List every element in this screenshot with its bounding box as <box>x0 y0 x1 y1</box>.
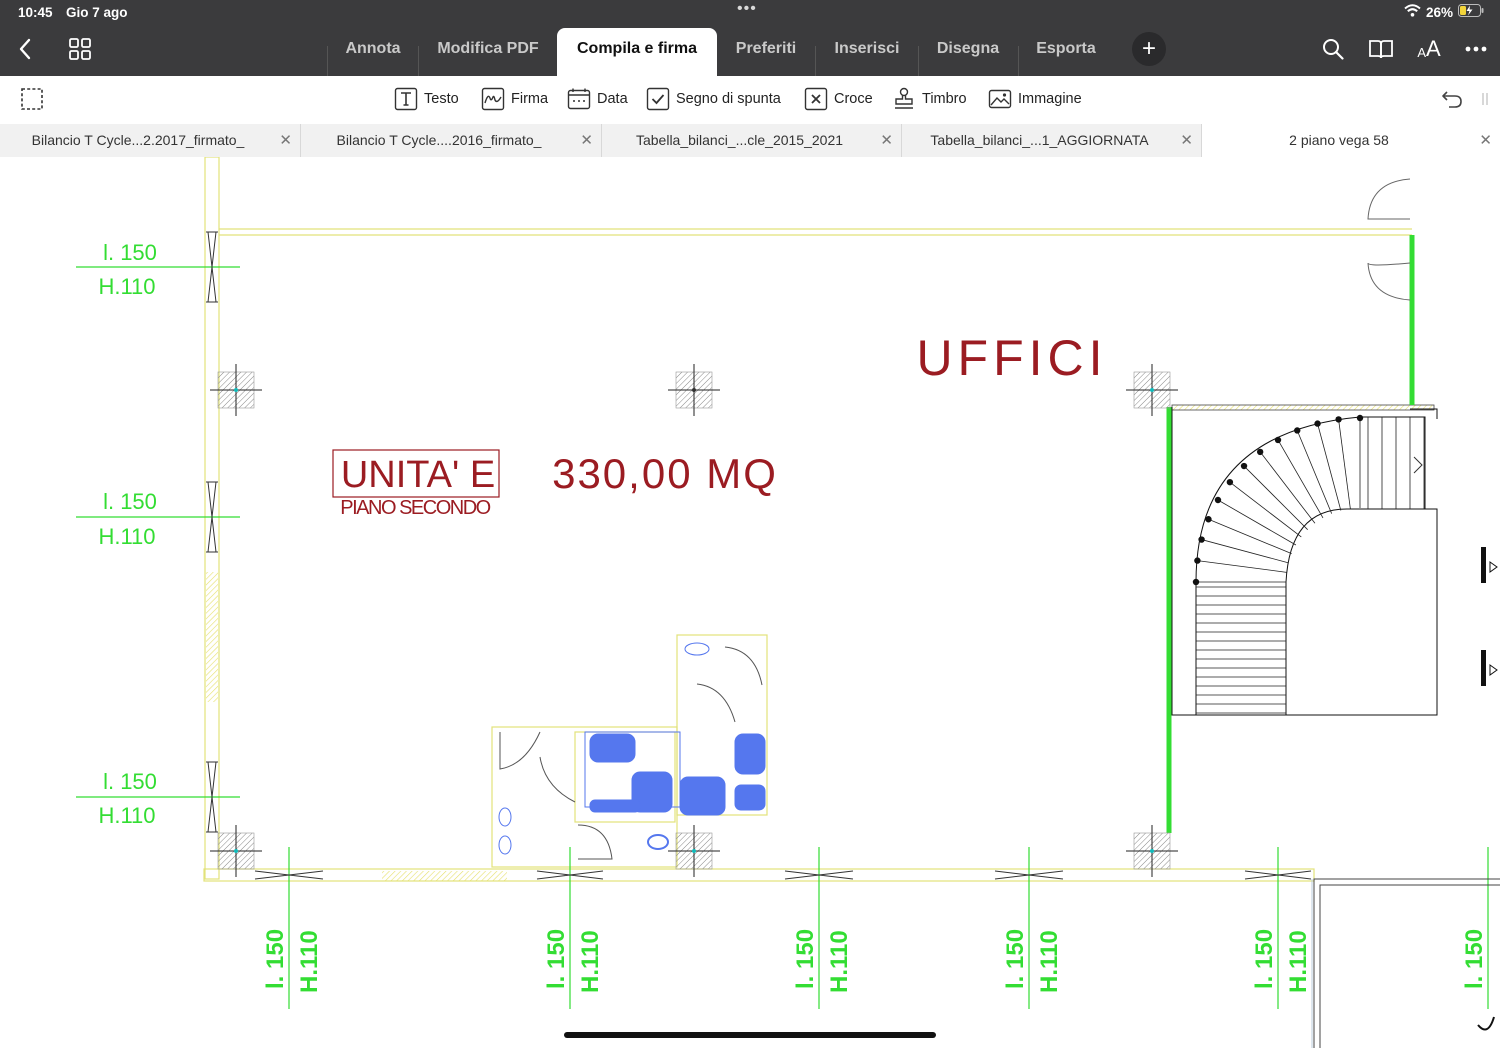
document-tab-active[interactable]: 2 piano vega 58 ✕ <box>1202 124 1500 157</box>
stair-treads <box>1196 417 1425 714</box>
window-width-label: l. 150 <box>262 929 289 989</box>
document-tab[interactable]: Bilancio T Cycle....2016_firmato_ ✕ <box>301 124 602 157</box>
image-icon <box>988 87 1012 111</box>
doors-top-right <box>1367 178 1411 301</box>
window-width-label: l. 150 <box>543 929 570 989</box>
document-tab[interactable]: Tabella_bilanci_...cle_2015_2021 ✕ <box>602 124 902 157</box>
pdf-floor-plan[interactable]: l. 150 H.110 l. 150 H.110 l. 150 H.110 l… <box>0 157 1500 1048</box>
tool-segno-di-spunta[interactable]: Segno di spunta <box>646 87 781 111</box>
tool-firma-label: Firma <box>511 91 549 107</box>
close-icon[interactable]: ✕ <box>1479 124 1492 157</box>
window-width-label: l. 150 <box>103 769 157 794</box>
tool-firma[interactable]: Firma <box>481 87 548 111</box>
window-height-label: H.110 <box>98 803 155 828</box>
staircase <box>1171 407 1438 716</box>
fill-and-sign-toolbar: Testo Firma Data Segno di spunta Croce T… <box>0 76 1500 125</box>
battery-charging-icon <box>1458 4 1484 20</box>
back-chevron-icon[interactable] <box>10 34 40 64</box>
document-tab-label: 2 piano vega 58 <box>1289 132 1389 148</box>
window-height-label: H.110 <box>1285 930 1312 993</box>
tool-immagine-label: Immagine <box>1018 91 1082 107</box>
tool-timbro[interactable]: Timbro <box>892 87 967 111</box>
tool-testo-label: Testo <box>424 91 459 107</box>
tab-esporta[interactable]: Esporta <box>1019 28 1113 76</box>
window-markers-left <box>206 231 218 833</box>
close-icon[interactable]: ✕ <box>279 124 292 157</box>
tool-data-label: Data <box>597 91 628 107</box>
tool-immagine[interactable]: Immagine <box>988 87 1082 111</box>
stair-arrow-icon <box>1413 456 1423 474</box>
tool-croce[interactable]: Croce <box>804 87 873 111</box>
close-icon[interactable]: ✕ <box>1180 124 1193 157</box>
wall-hatch <box>382 871 507 881</box>
undo-icon[interactable] <box>1440 87 1464 111</box>
document-tab-label: Bilancio T Cycle...2.2017_firmato_ <box>31 132 245 148</box>
wifi-icon <box>1404 4 1421 20</box>
checkmark-box-icon <box>646 87 670 111</box>
search-icon[interactable] <box>1318 34 1348 64</box>
home-indicator[interactable] <box>564 1032 936 1038</box>
add-tab-plus-icon[interactable]: + <box>1132 32 1166 66</box>
document-tab-label: Tabella_bilanci_...1_AGGIORNATA <box>930 132 1149 148</box>
window-width-label: l. 150 <box>1251 929 1278 989</box>
window-height-label: H.110 <box>296 930 323 993</box>
signature-icon <box>481 87 505 111</box>
reading-mode-book-icon[interactable] <box>1366 34 1396 64</box>
document-tabs-bar: Bilancio T Cycle...2.2017_firmato_ ✕ Bil… <box>0 124 1500 158</box>
right-edge-annotations <box>1481 547 1498 686</box>
walls <box>203 157 1412 882</box>
tool-testo[interactable]: Testo <box>394 87 459 111</box>
cross-box-icon <box>804 87 828 111</box>
tab-preferiti[interactable]: Preferiti <box>718 28 814 76</box>
tab-disegna[interactable]: Disegna <box>919 28 1017 76</box>
status-date: Gio 7 ago <box>66 5 128 20</box>
tab-inserisci[interactable]: Inserisci <box>816 28 918 76</box>
calendar-icon <box>567 87 591 111</box>
status-right: 26% <box>1404 4 1484 20</box>
floor-label: PIANO SECONDO <box>340 497 490 519</box>
document-tab[interactable]: Bilancio T Cycle...2.2017_firmato_ ✕ <box>0 124 301 157</box>
floor-plan-canvas: l. 150 H.110 l. 150 H.110 l. 150 H.110 l… <box>76 157 1500 1048</box>
multitasking-dots-icon[interactable]: ••• <box>737 0 757 18</box>
tool-segno-di-spunta-label: Segno di spunta <box>676 91 781 107</box>
window-height-label: H.110 <box>826 930 853 993</box>
document-tab[interactable]: Tabella_bilanci_...1_AGGIORNATA ✕ <box>902 124 1202 157</box>
page-corner-curl-icon <box>1477 1016 1495 1031</box>
close-icon[interactable]: ✕ <box>880 124 893 157</box>
window-width-label: l. 150 <box>103 240 157 265</box>
stamp-icon <box>892 87 916 111</box>
wall-hatch <box>206 572 218 702</box>
more-options-icon[interactable] <box>1461 34 1491 64</box>
area-label: 330,00 MQ <box>552 450 778 497</box>
window-width-label: l. 150 <box>1461 929 1488 989</box>
close-icon[interactable]: ✕ <box>580 124 593 157</box>
battery-percent: 26% <box>1425 4 1453 20</box>
top-bar: 10:45 Gio 7 ago ••• 26% Annota Modifica … <box>0 0 1500 76</box>
selection-marquee-icon[interactable] <box>20 87 44 111</box>
tab-compila-e-firma[interactable]: Compila e firma <box>557 28 717 76</box>
thumbnails-grid-icon[interactable] <box>65 34 95 64</box>
document-tab-label: Bilancio T Cycle....2016_firmato_ <box>336 132 542 148</box>
status-time: 10:45 <box>18 5 53 20</box>
tab-modifica-pdf[interactable]: Modifica PDF <box>419 28 557 76</box>
tab-annota[interactable]: Annota <box>328 28 418 76</box>
window-height-label: H.110 <box>98 524 155 549</box>
text-box-icon <box>394 87 418 111</box>
text-size-icon[interactable]: AA <box>1413 34 1445 64</box>
tool-data[interactable]: Data <box>567 87 628 111</box>
window-width-label: l. 150 <box>1002 929 1029 989</box>
window-width-label: l. 150 <box>103 489 157 514</box>
document-tab-label: Tabella_bilanci_...cle_2015_2021 <box>635 132 844 148</box>
window-height-label: H.110 <box>577 930 604 993</box>
window-height-label: H.110 <box>1036 930 1063 993</box>
unit-label: UNITA' E <box>341 454 495 496</box>
room-label: UFFICI <box>916 330 1107 386</box>
window-height-label: H.110 <box>98 274 155 299</box>
wall-hatch <box>1171 404 1435 411</box>
redo-disabled-icon[interactable] <box>1480 87 1490 111</box>
tool-timbro-label: Timbro <box>922 91 967 107</box>
window-width-label: l. 150 <box>792 929 819 989</box>
green-walls <box>1166 235 1415 833</box>
tool-croce-label: Croce <box>834 91 873 107</box>
